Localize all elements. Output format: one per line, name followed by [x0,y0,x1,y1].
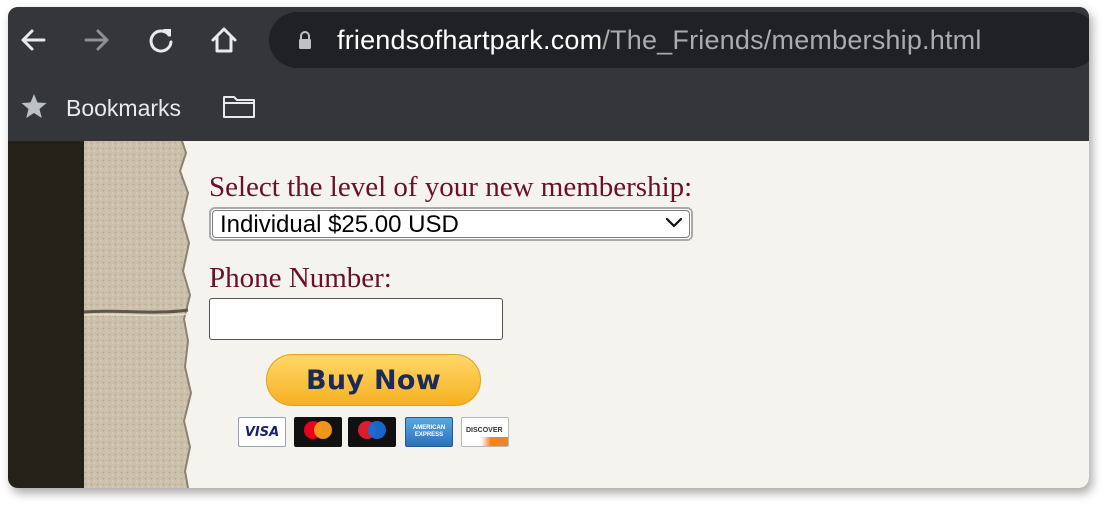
home-icon [211,27,237,53]
lock-icon [299,31,311,49]
maestro-logo [348,417,396,447]
bookmarks-label[interactable]: Bookmarks [66,95,181,121]
maestro-circles [358,421,386,439]
phone-number-label: Phone Number: [209,262,392,294]
reload-icon [149,29,173,53]
forward-button[interactable] [81,24,113,56]
forward-arrow-icon [84,29,109,51]
chevron-down-icon [665,217,683,228]
visa-logo: VISA [238,417,286,447]
stone-border-image [84,141,193,488]
buy-now-label: Buy Now [306,364,441,396]
discover-orange-swoosh [462,437,508,446]
phone-number-input[interactable] [209,298,503,340]
url-domain: friendsofhartpark.com [337,25,603,55]
membership-level-label: Select the level of your new membership: [209,171,693,203]
discover-logo: DISCOVER [461,417,509,447]
discover-logo-text: DISCOVER [466,427,503,434]
web-page: Select the level of your new membership:… [8,141,1089,488]
bookmarks-bar: Bookmarks [8,77,1089,141]
back-button[interactable] [17,24,49,56]
url-path: /The_Friends/membership.html [602,25,982,55]
buy-now-button[interactable]: Buy Now [266,354,481,406]
url-text[interactable]: friendsofhartpark.com/The_Friends/member… [337,26,982,54]
left-dark-border [8,141,84,488]
reload-button[interactable] [145,24,177,56]
visa-logo-text: VISA [244,424,280,440]
amex-logo: AMERICAN EXPRESS [405,417,453,447]
address-bar[interactable]: friendsofhartpark.com/The_Friends/member… [269,12,1089,68]
membership-level-select[interactable]: Individual $25.00 USD [209,207,693,241]
mastercard-circles [304,421,332,439]
membership-level-value: Individual $25.00 USD [220,211,459,238]
amex-logo-text: AMERICAN EXPRESS [412,425,446,438]
browser-toolbar: friendsofhartpark.com/The_Friends/member… [8,7,1089,77]
folder-icon[interactable] [222,93,256,119]
star-icon[interactable] [20,92,48,120]
home-button[interactable] [208,24,240,56]
mastercard-logo [294,417,342,447]
back-arrow-icon [21,29,46,51]
browser-window: friendsofhartpark.com/The_Friends/member… [8,7,1089,488]
